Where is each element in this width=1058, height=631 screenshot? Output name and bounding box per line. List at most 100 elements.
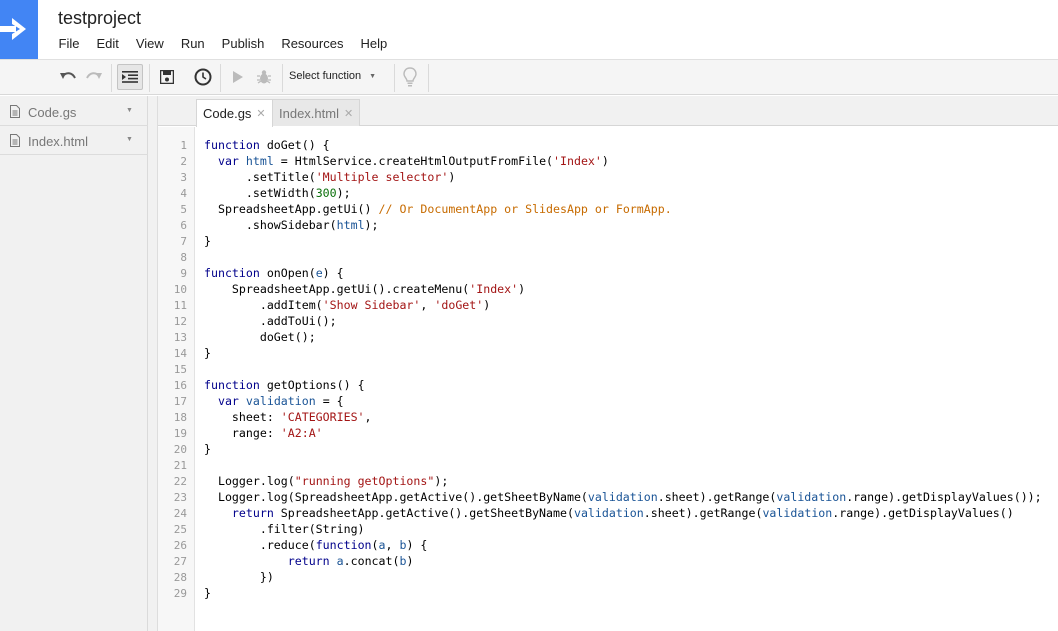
code-token: html [336, 218, 365, 232]
line-number: 17 [173, 395, 187, 408]
code-token: .sheet).getRange( [643, 506, 763, 520]
play-icon [233, 71, 243, 83]
lightbulb-icon [403, 67, 417, 87]
code-token: sheet: [204, 410, 281, 424]
menu-run[interactable]: Run [172, 36, 213, 52]
line-number: 16 [173, 379, 187, 392]
code-line: }) [204, 569, 274, 585]
code-line: .setWidth(300); [204, 185, 351, 201]
code-token: Logger.log( [204, 474, 295, 488]
code-token: .setTitle( [204, 170, 316, 184]
code-token: validation [587, 490, 658, 504]
code-token: }) [204, 570, 274, 584]
code-token: validation [762, 506, 833, 520]
code-token: function [204, 138, 260, 152]
file-sidebar: Code.gs ▼ Index.html ▼ [0, 96, 148, 631]
bug-icon [257, 70, 271, 84]
sidebar-file-index-html[interactable]: Index.html ▼ [0, 126, 148, 155]
sidebar-file-code-gs[interactable]: Code.gs ▼ [0, 97, 148, 126]
undo-button[interactable] [56, 65, 80, 89]
code-token: ( [371, 538, 379, 552]
code-editor[interactable]: 1 2 3 4 5 6 7 8 9 10 11 12 13 14 15 16 17 18 19 20 21 22 23 24 2… [158, 127, 1058, 631]
debug-button[interactable] [252, 65, 276, 89]
code-token: html [245, 154, 274, 168]
project-title[interactable]: testproject [58, 8, 141, 29]
chevron-down-icon[interactable]: ▼ [126, 136, 133, 143]
code-token: range: [204, 426, 281, 440]
code-token: } [204, 346, 211, 360]
line-number: 12 [173, 315, 187, 328]
code-token: ) { [406, 538, 428, 552]
code-line: .filter(String) [204, 521, 365, 537]
code-token: return [231, 506, 274, 520]
line-number: 22 [173, 475, 187, 488]
code-token: ) [406, 554, 414, 568]
code-token: // Or DocumentApp or SlidesApp or FormAp… [378, 202, 672, 216]
code-line: sheet: 'CATEGORIES', [204, 409, 372, 425]
code-token: ); [364, 218, 379, 232]
line-number: 19 [173, 427, 187, 440]
select-function-dropdown[interactable]: Select function ▼ [289, 70, 376, 82]
code-token: var [217, 154, 239, 168]
code-token: ) { [322, 266, 344, 280]
code-token: e [315, 266, 323, 280]
code-line: return SpreadsheetApp.getActive().getShe… [204, 505, 1014, 521]
code-line: .addToUi(); [204, 313, 337, 329]
code-line: .addItem('Show Sidebar', 'doGet') [204, 297, 490, 313]
line-number: 6 [180, 219, 187, 232]
save-button[interactable] [155, 65, 179, 89]
line-number: 23 [173, 491, 187, 504]
code-token: } [204, 442, 211, 456]
sidebar-resize-handle[interactable] [148, 96, 158, 631]
code-token: function [204, 266, 260, 280]
suggestions-button[interactable] [398, 65, 422, 89]
apps-script-logo[interactable] [0, 0, 38, 59]
code-token: ) [448, 170, 456, 184]
close-icon[interactable]: ✕ [256, 107, 265, 120]
redo-button[interactable] [82, 65, 106, 89]
menu-view[interactable]: View [127, 36, 172, 52]
code-token: validation [573, 506, 644, 520]
tab-code-gs[interactable]: Code.gs ✕ [196, 99, 273, 127]
triggers-button[interactable] [191, 65, 215, 89]
code-line: } [204, 345, 211, 361]
code-token: 'Index' [553, 154, 602, 168]
chevron-down-icon: ▼ [369, 72, 377, 80]
line-number: 15 [173, 363, 187, 376]
chevron-down-icon[interactable]: ▼ [126, 107, 133, 114]
code-token: validation [776, 490, 847, 504]
select-function-label: Select function [289, 70, 362, 82]
tab-index-html[interactable]: Index.html ✕ [272, 99, 361, 126]
app-header: testproject File Edit View Run Publish R… [0, 0, 1058, 60]
menu-edit[interactable]: Edit [88, 36, 127, 52]
code-line: SpreadsheetApp.getUi() // Or DocumentApp… [204, 201, 672, 217]
menu-resources[interactable]: Resources [273, 36, 352, 52]
line-number: 29 [173, 587, 187, 600]
line-number: 25 [173, 523, 187, 536]
code-token: function [315, 538, 372, 552]
sidebar-file-label: Index.html [28, 134, 88, 149]
code-token: } [204, 586, 211, 600]
menu-publish[interactable]: Publish [213, 36, 273, 52]
run-button[interactable] [226, 65, 250, 89]
menu-file[interactable]: File [50, 36, 88, 52]
code-token: .concat( [343, 554, 400, 568]
code-token: 'CATEGORIES' [280, 410, 365, 424]
code-area[interactable]: function doGet() { var html = HtmlServic… [204, 127, 1058, 631]
code-line: } [204, 441, 211, 457]
save-icon [160, 70, 174, 84]
menu-help[interactable]: Help [352, 36, 396, 52]
code-token: SpreadsheetApp.getActive().getSheetByNam… [273, 506, 574, 520]
line-number: 24 [173, 507, 187, 520]
code-token: a [378, 538, 386, 552]
line-number: 7 [180, 235, 187, 248]
close-icon[interactable]: ✕ [344, 107, 353, 120]
line-number: 2 [180, 155, 187, 168]
toolbar-divider [428, 64, 429, 92]
indent-button[interactable] [117, 64, 143, 90]
code-token: validation [245, 394, 316, 408]
arrow-right-icon [0, 18, 26, 40]
